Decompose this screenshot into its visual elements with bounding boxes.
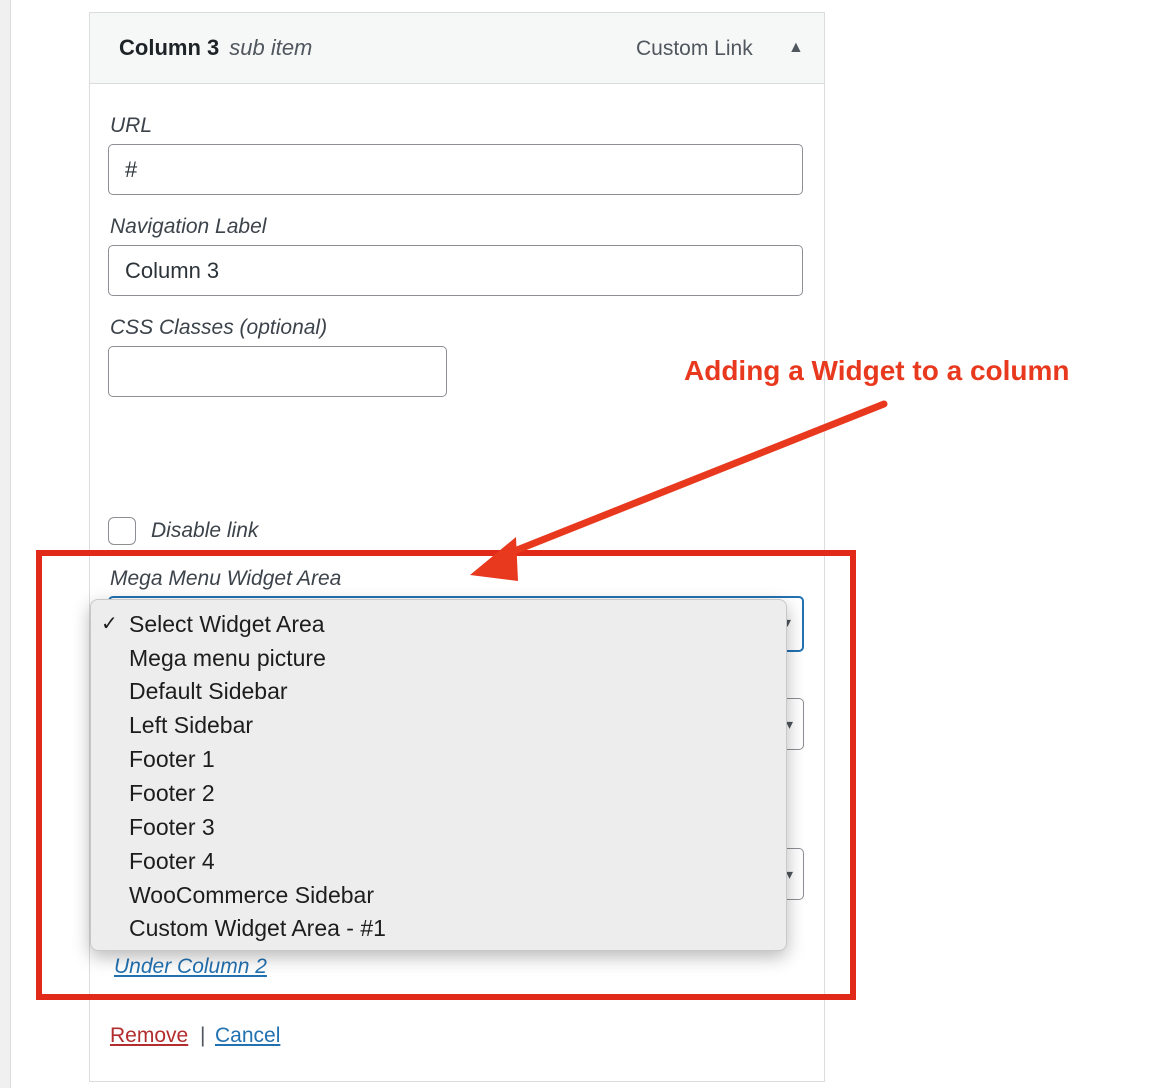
- chevron-down-icon: ▾: [786, 716, 794, 732]
- dropdown-option[interactable]: Footer 4: [129, 846, 215, 876]
- cancel-link[interactable]: Cancel: [215, 1024, 280, 1048]
- menu-item-title-text: Column 3: [119, 35, 220, 60]
- dropdown-option[interactable]: Footer 3: [129, 812, 215, 842]
- annotation-text: Adding a Widget to a column: [684, 355, 1070, 386]
- dropdown-option[interactable]: Select Widget Area: [129, 609, 325, 639]
- navigation-label-input[interactable]: [108, 245, 803, 296]
- link-separator: |: [200, 1024, 206, 1047]
- dropdown-option[interactable]: Left Sidebar: [129, 710, 253, 740]
- dropdown-option[interactable]: WooCommerce Sidebar: [129, 880, 374, 910]
- disable-link-label: Disable link: [151, 519, 259, 542]
- disable-link-checkbox[interactable]: [108, 517, 136, 545]
- dropdown-option[interactable]: Default Sidebar: [129, 676, 288, 706]
- dropdown-option[interactable]: Footer 1: [129, 744, 215, 774]
- url-label: URL: [110, 114, 153, 137]
- widget-area-dropdown: ✓ Select Widget Area Mega menu picture D…: [90, 599, 787, 951]
- css-classes-input[interactable]: [108, 346, 447, 397]
- under-column-link[interactable]: Under Column 2: [114, 955, 267, 979]
- checkmark-icon: ✓: [101, 613, 118, 635]
- admin-sidebar-edge: [0, 0, 11, 1088]
- triangle-up-icon[interactable]: ▲: [788, 39, 804, 57]
- url-input[interactable]: [108, 144, 803, 195]
- menu-item-type: Custom Link: [636, 37, 753, 60]
- navigation-label-label: Navigation Label: [110, 215, 267, 238]
- chevron-down-icon: ▾: [786, 866, 794, 882]
- menu-item-title: Column 3 sub item: [119, 35, 312, 61]
- menu-item-header[interactable]: Column 3 sub item Custom Link ▲: [90, 13, 824, 84]
- dropdown-option[interactable]: Footer 2: [129, 778, 215, 808]
- dropdown-option[interactable]: Mega menu picture: [129, 643, 326, 673]
- menu-item-subtitle: sub item: [229, 35, 313, 60]
- remove-link[interactable]: Remove: [110, 1024, 188, 1048]
- css-classes-label: CSS Classes (optional): [110, 316, 328, 339]
- dropdown-option[interactable]: Custom Widget Area - #1: [129, 913, 386, 943]
- widget-area-label: Mega Menu Widget Area: [110, 567, 342, 590]
